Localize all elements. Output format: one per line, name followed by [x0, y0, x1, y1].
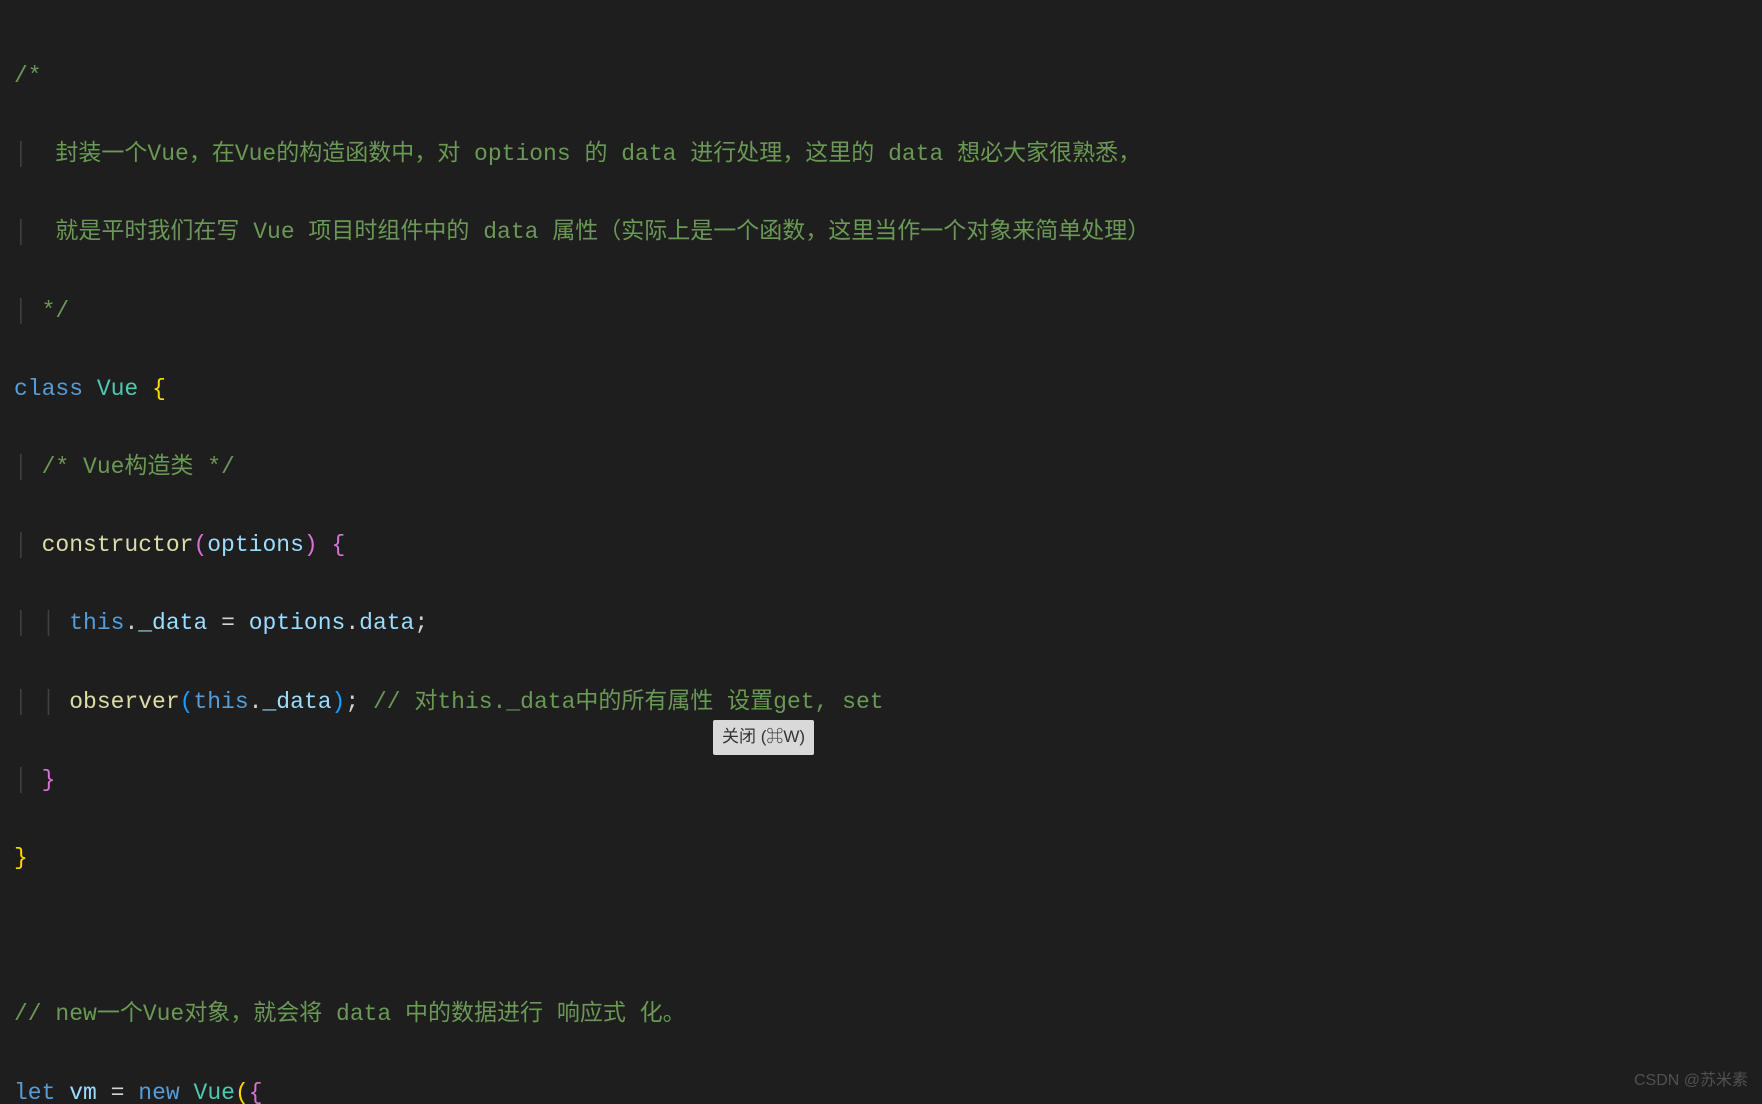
- code-line: /*: [14, 57, 1748, 96]
- brace-open: {: [152, 376, 166, 402]
- code-line: class Vue {: [14, 370, 1748, 409]
- prop-data: _data: [138, 610, 207, 636]
- code-line: │ */: [14, 292, 1748, 331]
- comment-block-start: /*: [14, 63, 55, 89]
- watermark: CSDN @苏米素: [1634, 1067, 1748, 1094]
- blank-line: [14, 917, 1748, 956]
- keyword-class: class: [14, 376, 83, 402]
- prop-data: _data: [262, 689, 331, 715]
- code-editor[interactable]: /* │ 封装一个Vue，在Vue的构造函数中，对 options 的 data…: [0, 0, 1762, 1104]
- comment-block-end: */: [28, 298, 69, 324]
- param-options: options: [207, 532, 304, 558]
- constructor-keyword: constructor: [42, 532, 194, 558]
- comment-text: 封装一个Vue，在Vue的构造函数中，对 options 的 data 进行处理…: [28, 141, 1141, 167]
- code-line: │ 就是平时我们在写 Vue 项目时组件中的 data 属性（实际上是一个函数，…: [14, 213, 1748, 252]
- comment-line: // new一个Vue对象，就会将 data 中的数据进行 响应式 化。: [14, 1001, 686, 1027]
- keyword-new: new: [138, 1080, 179, 1104]
- prop-data: data: [359, 610, 414, 636]
- code-line: │ constructor(options) {: [14, 526, 1748, 565]
- brace-close: }: [14, 845, 28, 871]
- keyword-let: let: [14, 1080, 55, 1104]
- code-line: // new一个Vue对象，就会将 data 中的数据进行 响应式 化。: [14, 995, 1748, 1034]
- fn-observer: observer: [69, 689, 179, 715]
- code-line: │ }: [14, 761, 1748, 800]
- close-tab-tooltip: 关闭 (⌘W): [713, 720, 814, 755]
- class-name: Vue: [97, 376, 138, 402]
- code-line: │ │ observer(this._data); // 对this._data…: [14, 683, 1748, 722]
- comment-text: 就是平时我们在写 Vue 项目时组件中的 data 属性（实际上是一个函数，这里…: [28, 219, 1150, 245]
- code-line: │ 封装一个Vue，在Vue的构造函数中，对 options 的 data 进行…: [14, 135, 1748, 174]
- var-options: options: [249, 610, 346, 636]
- this-keyword: this: [193, 689, 248, 715]
- var-vm: vm: [69, 1080, 97, 1104]
- this-keyword: this: [69, 610, 124, 636]
- code-line: }: [14, 839, 1748, 878]
- comment-text: /* Vue构造类 */: [42, 454, 235, 480]
- code-line: let vm = new Vue({: [14, 1074, 1748, 1104]
- code-line: │ │ this._data = options.data;: [14, 604, 1748, 643]
- brace-close: }: [42, 767, 56, 793]
- code-line: │ /* Vue构造类 */: [14, 448, 1748, 487]
- class-vue: Vue: [194, 1080, 235, 1104]
- comment-line: // 对this._data中的所有属性 设置get, set: [373, 689, 884, 715]
